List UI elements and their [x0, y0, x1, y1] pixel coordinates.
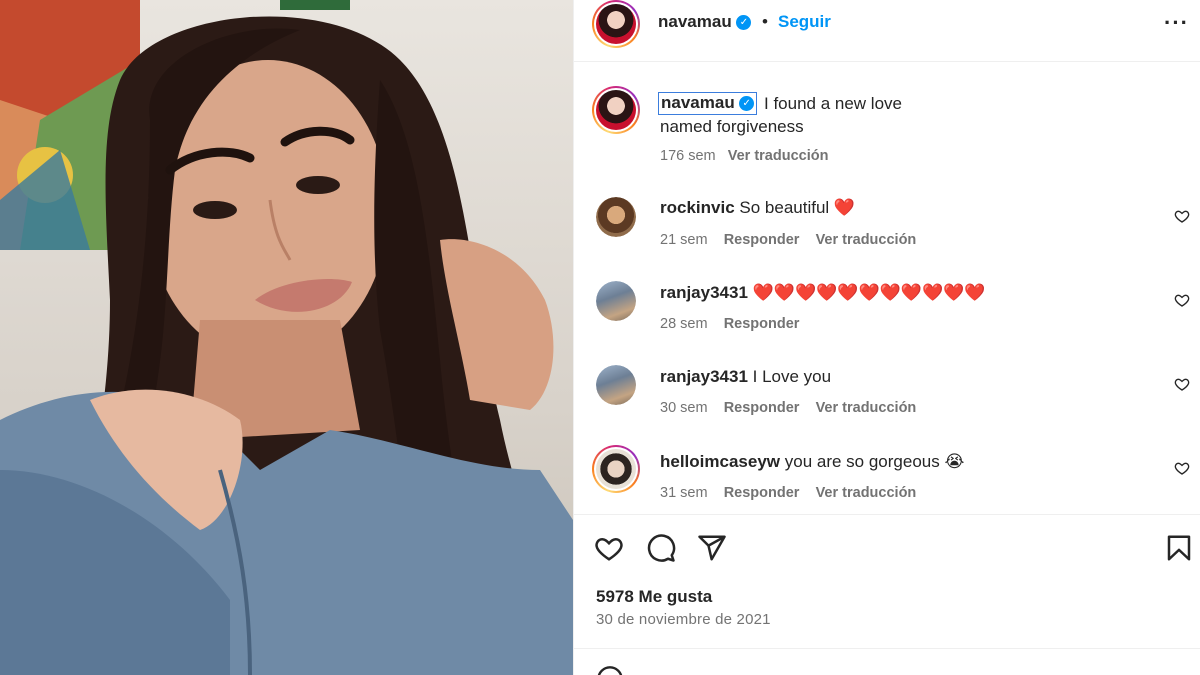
comment-like-heart-icon[interactable]: [1174, 292, 1190, 308]
comment-avatar[interactable]: [592, 445, 640, 493]
comment-text-row: rockinvic So beautiful ❤️: [660, 198, 855, 218]
caption-age: 176 sem: [660, 148, 716, 164]
comment-avatar-image: [596, 281, 636, 321]
caption-translate-link[interactable]: Ver traducción: [728, 148, 829, 164]
comment-avatar[interactable]: [596, 197, 636, 237]
comment-avatar[interactable]: [596, 365, 636, 405]
comment-username[interactable]: ranjay3431: [660, 283, 748, 302]
comment-like-heart-icon[interactable]: [1174, 208, 1190, 224]
header-separator: •: [762, 12, 768, 31]
translate-link[interactable]: Ver traducción: [816, 485, 917, 501]
comment-meta: 28 sem Responder: [660, 316, 799, 332]
comment-age: 28 sem: [660, 316, 708, 332]
comment-username[interactable]: helloimcaseyw: [660, 452, 780, 471]
comment-like-heart-icon[interactable]: [1174, 376, 1190, 392]
comment-username[interactable]: rockinvic: [660, 198, 735, 217]
verified-badge-icon: ✓: [739, 96, 755, 112]
translate-link[interactable]: Ver traducción: [816, 400, 917, 416]
comment-age: 31 sem: [660, 485, 708, 501]
post-actions: 5978 Me gusta 30 de noviembre de 2021: [574, 514, 1200, 634]
selfie-illustration: [0, 0, 573, 675]
comment-age: 21 sem: [660, 232, 708, 248]
comment-text: ❤️❤️❤️❤️❤️❤️❤️❤️❤️❤️❤️: [752, 283, 986, 302]
comment-avatar-image: [596, 449, 636, 489]
comment-meta: 30 sem Responder Ver traducción: [660, 400, 916, 416]
caption-avatar-image: [596, 90, 636, 130]
share-icon[interactable]: [697, 533, 727, 563]
caption-text-line2: named forgiveness: [660, 117, 804, 136]
reply-link[interactable]: Responder: [724, 400, 800, 416]
verified-badge-icon: ✓: [736, 15, 752, 31]
more-options-icon[interactable]: ···: [1164, 10, 1189, 36]
reply-link[interactable]: Responder: [724, 232, 800, 248]
comment-meta: 21 sem Responder Ver traducción: [660, 232, 916, 248]
heart-icon[interactable]: [594, 533, 624, 563]
author-avatar[interactable]: [592, 0, 640, 48]
author-username[interactable]: navamau ✓: [658, 12, 752, 32]
caption-username[interactable]: navamau ✓: [658, 92, 758, 115]
comment-avatar-image: [596, 365, 636, 405]
caption-meta: 176 sem Ver traducción: [660, 148, 828, 164]
comment-text-row: ranjay3431 I Love you: [660, 367, 831, 387]
post-date: 30 de noviembre de 2021: [596, 611, 771, 628]
comment-icon[interactable]: [646, 533, 676, 563]
bookmark-icon[interactable]: [1164, 533, 1194, 563]
post-photo[interactable]: [0, 0, 573, 675]
emoji-icon[interactable]: [596, 665, 624, 675]
comment-like-heart-icon[interactable]: [1174, 460, 1190, 476]
comment-age: 30 sem: [660, 400, 708, 416]
comment-username[interactable]: ranjay3431: [660, 367, 748, 386]
comment-meta: 31 sem Responder Ver traducción: [660, 485, 916, 501]
post-panel: navamau ✓ • Seguir ··· navamau ✓ I found…: [573, 0, 1200, 675]
comment-text-row: helloimcaseyw you are so gorgeous 😭: [660, 452, 964, 472]
comment-avatar-image: [596, 197, 636, 237]
comment-avatar[interactable]: [596, 281, 636, 321]
caption-avatar[interactable]: [592, 86, 640, 134]
comment-text: you are so gorgeous 😭: [784, 452, 965, 471]
author-avatar-image: [596, 4, 636, 44]
comment-text-row: ranjay3431 ❤️❤️❤️❤️❤️❤️❤️❤️❤️❤️❤️: [660, 283, 985, 303]
comment-text: I Love you: [752, 367, 832, 386]
reply-link[interactable]: Responder: [724, 316, 800, 332]
comment-text: So beautiful ❤️: [739, 198, 856, 217]
reply-link[interactable]: Responder: [724, 485, 800, 501]
caption-text-line1: I found a new love: [764, 94, 902, 113]
follow-button[interactable]: Seguir: [778, 12, 831, 32]
translate-link[interactable]: Ver traducción: [816, 232, 917, 248]
likes-count[interactable]: 5978 Me gusta: [596, 587, 712, 607]
add-comment-bar[interactable]: [574, 648, 1200, 675]
post-header: navamau ✓ • Seguir ···: [574, 0, 1200, 62]
